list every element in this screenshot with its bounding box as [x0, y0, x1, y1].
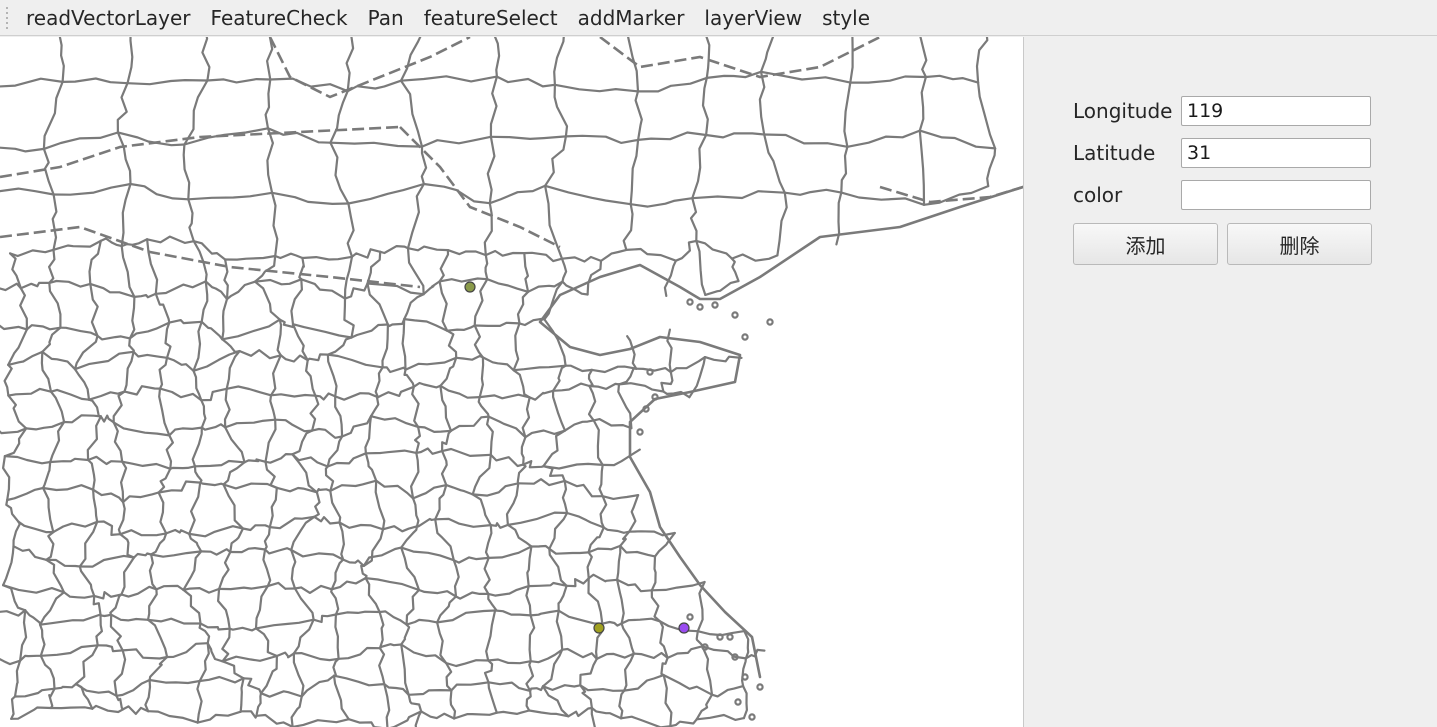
latitude-input[interactable] [1181, 138, 1371, 168]
longitude-label: Longitude [1073, 99, 1173, 123]
marker-beijing[interactable] [464, 281, 476, 293]
province-boundaries [0, 37, 1023, 289]
map-svg[interactable] [0, 37, 1023, 727]
style-button[interactable]: style [812, 2, 880, 34]
color-label: color [1073, 183, 1123, 207]
read-vector-layer-button[interactable]: readVectorLayer [16, 2, 201, 34]
map-canvas[interactable] [0, 37, 1023, 727]
add-marker-button[interactable]: addMarker [568, 2, 695, 34]
feature-check-button[interactable]: FeatureCheck [201, 2, 358, 34]
county-boundaries [0, 37, 1023, 727]
marker-panel: Longitude Latitude color 添加 删除 [1024, 37, 1437, 727]
main-toolbar: readVectorLayer FeatureCheck Pan feature… [0, 0, 1437, 36]
color-row: color [1073, 180, 1371, 210]
color-input[interactable] [1181, 180, 1371, 210]
layer-view-button[interactable]: layerView [694, 2, 812, 34]
delete-button[interactable]: 删除 [1227, 223, 1372, 265]
marker-purple[interactable] [678, 622, 690, 634]
latitude-row: Latitude [1073, 138, 1371, 168]
feature-select-button[interactable]: featureSelect [414, 2, 568, 34]
app-window: readVectorLayer FeatureCheck Pan feature… [0, 0, 1437, 727]
pan-button[interactable]: Pan [358, 2, 414, 34]
longitude-input[interactable] [1181, 96, 1371, 126]
longitude-row: Longitude [1073, 96, 1371, 126]
add-button[interactable]: 添加 [1073, 223, 1218, 265]
marker-olive[interactable] [593, 622, 605, 634]
latitude-label: Latitude [1073, 141, 1156, 165]
toolbar-grip-icon[interactable] [4, 6, 10, 29]
